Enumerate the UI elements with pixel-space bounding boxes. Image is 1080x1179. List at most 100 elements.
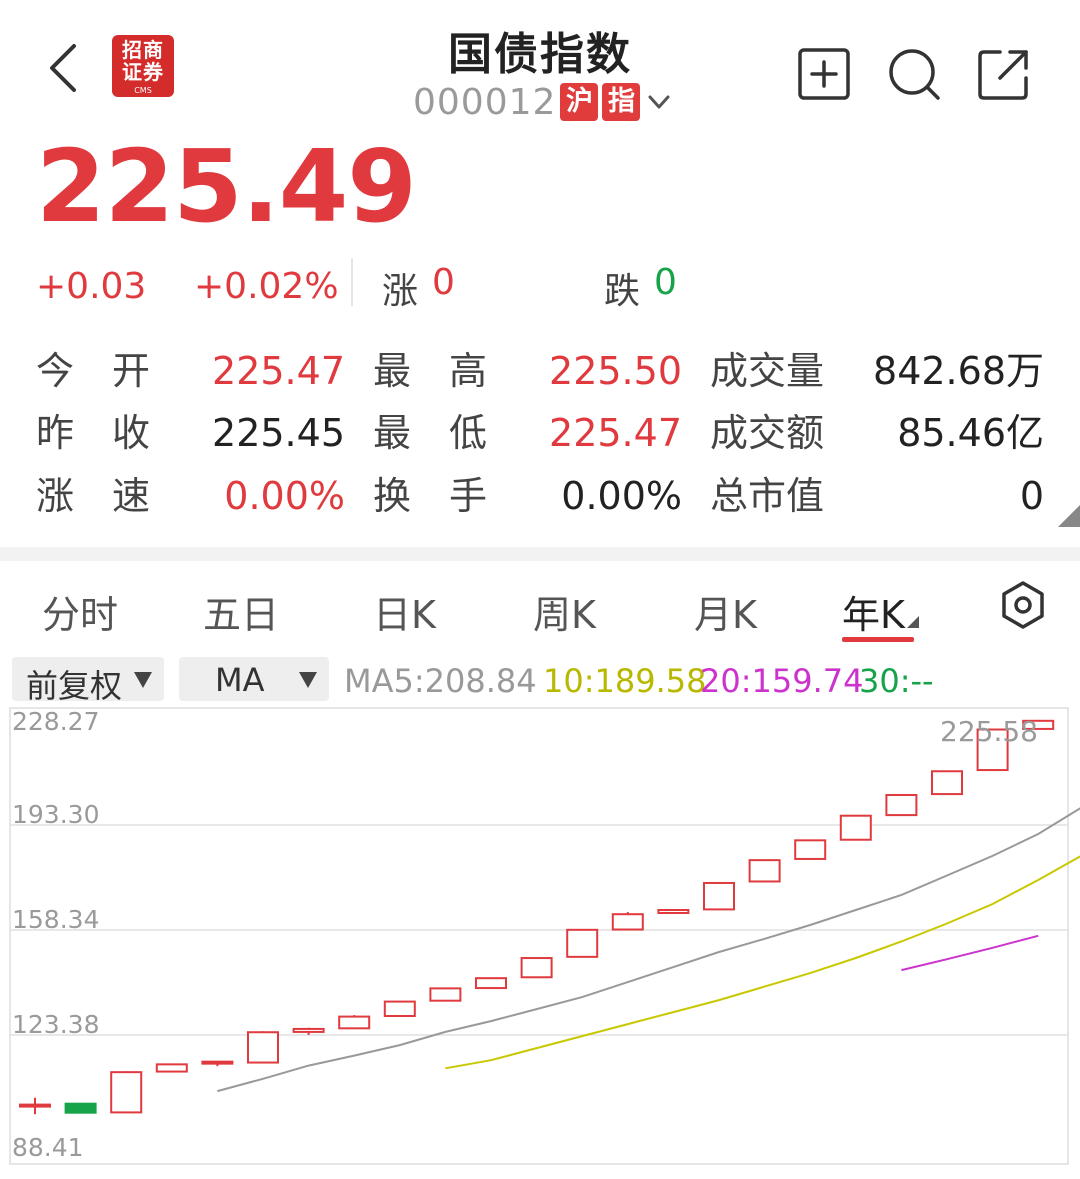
add-watchlist-icon[interactable] [796, 46, 852, 102]
tab-timeshare[interactable]: 分时 [42, 584, 118, 639]
y-axis-tick-label: 123.38 [12, 1010, 99, 1039]
candle-body [794, 839, 827, 860]
ma5-line [217, 807, 1080, 1093]
candle [247, 1031, 279, 1064]
candle [931, 770, 963, 796]
tab-weekly-k[interactable]: 周K [533, 584, 596, 639]
ma20-label: 20: [700, 662, 752, 700]
ma20-legend: 20:159.74 [700, 662, 863, 700]
current-price: 225.49 [36, 128, 417, 245]
ma10-value: 189.58 [594, 662, 707, 700]
tab-daily-k[interactable]: 日K [373, 584, 436, 639]
down-count: 0 [654, 262, 677, 303]
chevron-down-icon [648, 95, 670, 109]
max-price-label: 225.58 [940, 715, 1038, 748]
stat-label-volume: 成交量 [710, 349, 825, 393]
ma5-value: 208.84 [424, 662, 537, 700]
candle-body [885, 793, 918, 817]
tab-monthly-k[interactable]: 月K [694, 584, 757, 639]
candle-body [201, 1060, 234, 1065]
candle-body [110, 1071, 143, 1114]
stat-label-prev-close: 昨 收 [36, 411, 151, 455]
candle [520, 957, 553, 979]
candle [429, 987, 462, 1002]
candle-body [247, 1031, 279, 1064]
candle [566, 928, 599, 958]
candle-body [931, 770, 963, 796]
tab-yearly-k[interactable]: 年K [842, 584, 919, 639]
stat-turnover-rate: 0.00% [561, 474, 682, 518]
tab-yearly-k-label: 年K [842, 593, 905, 637]
candle-body [19, 1103, 51, 1108]
candle [155, 1063, 188, 1073]
adjust-dropdown-label: 前复权 [26, 667, 123, 705]
up-count: 0 [432, 262, 455, 303]
candle-body [429, 987, 462, 1002]
dropdown-arrow-icon [134, 672, 152, 688]
section-divider [0, 547, 1080, 561]
stat-volume: 842.68万 [873, 349, 1044, 393]
search-icon[interactable] [886, 46, 942, 102]
candle-body [155, 1063, 188, 1073]
candle-body [64, 1102, 97, 1114]
dropdown-arrow-icon [299, 672, 317, 688]
candle-body [292, 1027, 325, 1033]
app-logo: 招商 证券 CMS [112, 35, 174, 97]
active-tab-indicator [842, 637, 914, 642]
price-change: +0.03 [36, 266, 147, 307]
ma30-legend: 30:-- [859, 662, 934, 700]
stock-code: 000012 [413, 81, 557, 123]
expand-corner-icon[interactable] [1058, 505, 1080, 527]
candle-body [703, 881, 735, 911]
price-change-percent: +0.02% [194, 266, 339, 307]
ma10-label: 10: [543, 662, 595, 700]
stat-label-market-cap: 总市值 [710, 474, 825, 518]
stat-turnover-amount: 85.46亿 [897, 411, 1044, 455]
market-tag-sh: 沪 [560, 83, 599, 121]
tab-five-day[interactable]: 五日 [203, 584, 279, 639]
share-icon[interactable] [976, 46, 1032, 102]
up-count-label: 涨 [382, 271, 419, 312]
y-axis-tick-label: 88.41 [12, 1133, 84, 1162]
indicator-dropdown[interactable]: MA [179, 657, 329, 701]
stat-label-high: 最 高 [373, 349, 488, 393]
candle-body [520, 957, 553, 979]
candle [64, 1102, 97, 1114]
ma30-value: -- [910, 662, 934, 700]
candle-body [839, 814, 872, 841]
candle [292, 1027, 325, 1035]
candle [611, 912, 644, 931]
ma30-label: 30: [859, 662, 911, 700]
candle [794, 839, 827, 860]
stat-speed: 0.00% [224, 474, 345, 518]
divider [351, 258, 353, 306]
stock-code-selector[interactable]: 000012 沪 指 [413, 80, 672, 124]
back-icon[interactable] [38, 38, 88, 98]
stat-market-cap: 0 [1019, 474, 1044, 518]
candle [110, 1071, 143, 1114]
down-count-label: 跌 [604, 271, 641, 312]
candle [383, 1000, 416, 1018]
kline-chart[interactable]: 228.27 193.30 158.34 123.38 88.41 225.58 [0, 705, 1080, 1179]
candle-body [338, 1015, 371, 1030]
stat-label-open: 今 开 [36, 349, 151, 393]
settings-icon[interactable] [998, 580, 1048, 630]
candle-body [566, 928, 599, 958]
period-more-icon [906, 616, 919, 628]
ma20-line [901, 934, 1039, 972]
page-title: 国债指数 [448, 29, 632, 80]
stat-low: 225.47 [549, 411, 682, 455]
candle [338, 1015, 371, 1030]
candle-body [383, 1000, 416, 1018]
ma5-legend: MA5:208.84 [344, 662, 537, 700]
candle-body [748, 859, 781, 883]
stat-label-turnover-rate: 换 手 [373, 474, 488, 518]
candle [19, 1097, 51, 1115]
adjust-dropdown[interactable]: 前复权 [12, 657, 164, 705]
candle [657, 909, 690, 915]
candle-body [657, 909, 690, 915]
y-axis-tick-label: 228.27 [12, 707, 99, 736]
stat-open: 225.47 [212, 349, 345, 393]
candle [703, 881, 735, 911]
ma5-label: MA5: [344, 662, 425, 700]
